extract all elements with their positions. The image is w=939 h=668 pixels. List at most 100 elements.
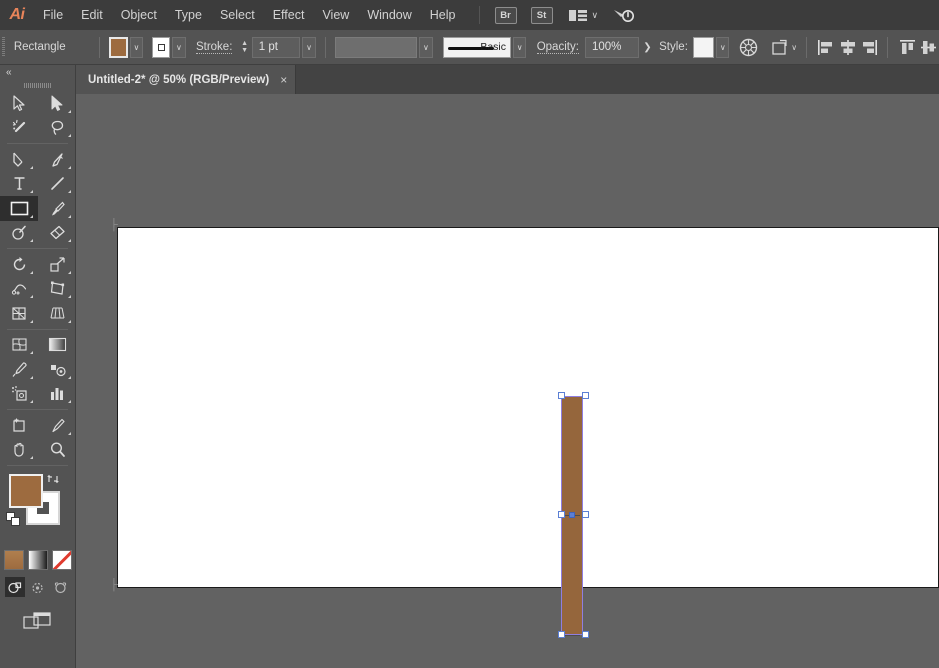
menu-item-select[interactable]: Select — [211, 0, 264, 30]
draw-behind-button[interactable] — [28, 577, 48, 597]
bridge-icon[interactable]: Br — [495, 7, 517, 24]
align-top-icon[interactable] — [897, 35, 918, 59]
recolor-artwork-icon[interactable] — [738, 35, 759, 59]
handle-top-left[interactable] — [558, 392, 565, 399]
stroke-weight-input[interactable]: 1 pt — [252, 37, 301, 58]
gradient-mode-button[interactable] — [28, 550, 48, 570]
draw-normal-button[interactable] — [5, 577, 25, 597]
fill-swatch[interactable] — [109, 37, 128, 58]
arrange-documents-icon[interactable]: ∨ — [568, 8, 599, 23]
blend-tool[interactable] — [38, 357, 76, 382]
tool-flyout-indicator[interactable] — [68, 376, 71, 379]
symbol-sprayer-tool[interactable] — [0, 382, 38, 407]
tool-flyout-indicator[interactable] — [30, 456, 33, 459]
free-transform-tool[interactable] — [38, 277, 76, 302]
align-horizontal-center-icon[interactable] — [837, 35, 858, 59]
artboard-tool[interactable] — [0, 413, 38, 438]
tool-flyout-indicator[interactable] — [68, 295, 71, 298]
menu-item-window[interactable]: Window — [358, 0, 420, 30]
opacity-label[interactable]: Opacity: — [537, 41, 579, 54]
slice-tool[interactable] — [38, 413, 76, 438]
eraser-tool[interactable] — [38, 221, 76, 246]
mesh-tool[interactable] — [0, 333, 38, 358]
change-screen-mode-button[interactable] — [0, 611, 75, 631]
stroke-label[interactable]: Stroke: — [196, 41, 232, 54]
style-label[interactable]: Style: — [659, 41, 688, 53]
gradient-tool[interactable] — [38, 333, 76, 358]
variable-width-profile-dropdown[interactable] — [335, 37, 418, 58]
brush-definition-dropdown[interactable]: Basic — [443, 37, 511, 58]
stroke-weight-stepper[interactable]: ▲ ▼ — [239, 37, 249, 58]
tool-flyout-indicator[interactable] — [68, 215, 71, 218]
pen-tool[interactable] — [0, 147, 38, 172]
default-fill-stroke-icon[interactable] — [6, 512, 21, 532]
tool-flyout-indicator[interactable] — [68, 432, 71, 435]
stepper-up-icon[interactable]: ▲ — [241, 40, 248, 47]
tool-flyout-indicator[interactable] — [68, 134, 71, 137]
tool-flyout-indicator[interactable] — [68, 271, 71, 274]
close-icon[interactable]: × — [280, 73, 287, 87]
collapse-panel-icon[interactable]: « — [0, 65, 75, 80]
tool-flyout-indicator[interactable] — [30, 376, 33, 379]
tool-flyout-indicator[interactable] — [30, 215, 33, 218]
rectangle-tool[interactable] — [0, 196, 38, 221]
drag-grip-icon[interactable] — [0, 80, 75, 91]
tool-flyout-indicator[interactable] — [68, 400, 71, 403]
stepper-down-icon[interactable]: ▼ — [241, 47, 248, 54]
tool-flyout-indicator[interactable] — [68, 166, 71, 169]
menu-item-effect[interactable]: Effect — [264, 0, 314, 30]
column-graph-tool[interactable] — [38, 382, 76, 407]
tool-flyout-indicator[interactable] — [68, 239, 71, 242]
tool-flyout-indicator[interactable] — [68, 110, 71, 113]
fill-dropdown-chevron-down-icon[interactable]: ∨ — [130, 37, 143, 58]
menu-item-file[interactable]: File — [34, 0, 72, 30]
swap-fill-stroke-icon[interactable] — [46, 472, 60, 491]
tool-flyout-indicator[interactable] — [30, 295, 33, 298]
tool-flyout-indicator[interactable] — [30, 351, 33, 354]
style-chevron-down-icon[interactable]: ∨ — [716, 37, 729, 58]
shape-builder-tool[interactable] — [0, 301, 38, 326]
profile-chevron-down-icon[interactable]: ∨ — [419, 37, 432, 58]
perspective-grid-tool[interactable] — [38, 301, 76, 326]
paintbrush-tool[interactable] — [38, 196, 76, 221]
curvature-tool[interactable] — [38, 147, 76, 172]
tool-flyout-indicator[interactable] — [30, 271, 33, 274]
graphic-style-swatch[interactable] — [693, 37, 714, 58]
color-mode-button[interactable] — [4, 550, 24, 570]
handle-top-right[interactable] — [582, 392, 589, 399]
line-segment-tool[interactable] — [38, 172, 76, 197]
handle-bottom-left[interactable] — [558, 631, 565, 638]
opacity-more-icon[interactable]: ❯ — [641, 37, 654, 58]
document-canvas[interactable]: ├ ├ — [76, 94, 939, 668]
opacity-input[interactable]: 100% — [585, 37, 639, 58]
tool-flyout-indicator[interactable] — [30, 190, 33, 193]
transform-chevron-down-icon[interactable]: ∨ — [791, 43, 797, 52]
rotate-tool[interactable] — [0, 252, 38, 277]
align-vertical-center-icon[interactable] — [918, 35, 939, 59]
direct-selection-tool[interactable] — [38, 91, 76, 116]
stock-icon[interactable]: St — [531, 7, 553, 24]
stroke-swatch[interactable] — [152, 37, 170, 58]
stroke-weight-chevron-down-icon[interactable]: ∨ — [302, 37, 315, 58]
none-mode-button[interactable] — [52, 550, 72, 570]
menu-item-object[interactable]: Object — [112, 0, 166, 30]
handle-bottom-right[interactable] — [582, 631, 589, 638]
tool-flyout-indicator[interactable] — [68, 320, 71, 323]
type-tool[interactable] — [0, 172, 38, 197]
zoom-tool[interactable] — [38, 438, 76, 463]
magic-wand-tool[interactable] — [0, 116, 38, 141]
tool-flyout-indicator[interactable] — [30, 320, 33, 323]
menu-item-help[interactable]: Help — [421, 0, 465, 30]
document-tab[interactable]: Untitled-2* @ 50% (RGB/Preview) × — [76, 65, 296, 94]
hand-tool[interactable] — [0, 438, 38, 463]
menu-item-type[interactable]: Type — [166, 0, 211, 30]
chevron-down-icon[interactable]: ∨ — [592, 10, 599, 21]
brush-chevron-down-icon[interactable]: ∨ — [513, 37, 526, 58]
align-left-icon[interactable] — [816, 35, 837, 59]
tool-flyout-indicator[interactable] — [68, 190, 71, 193]
shaper-tool[interactable] — [0, 221, 38, 246]
handle-mid-right[interactable] — [582, 511, 589, 518]
eyedropper-tool[interactable] — [0, 357, 38, 382]
control-bar-grip[interactable] — [0, 30, 8, 65]
draw-inside-button[interactable] — [51, 577, 71, 597]
